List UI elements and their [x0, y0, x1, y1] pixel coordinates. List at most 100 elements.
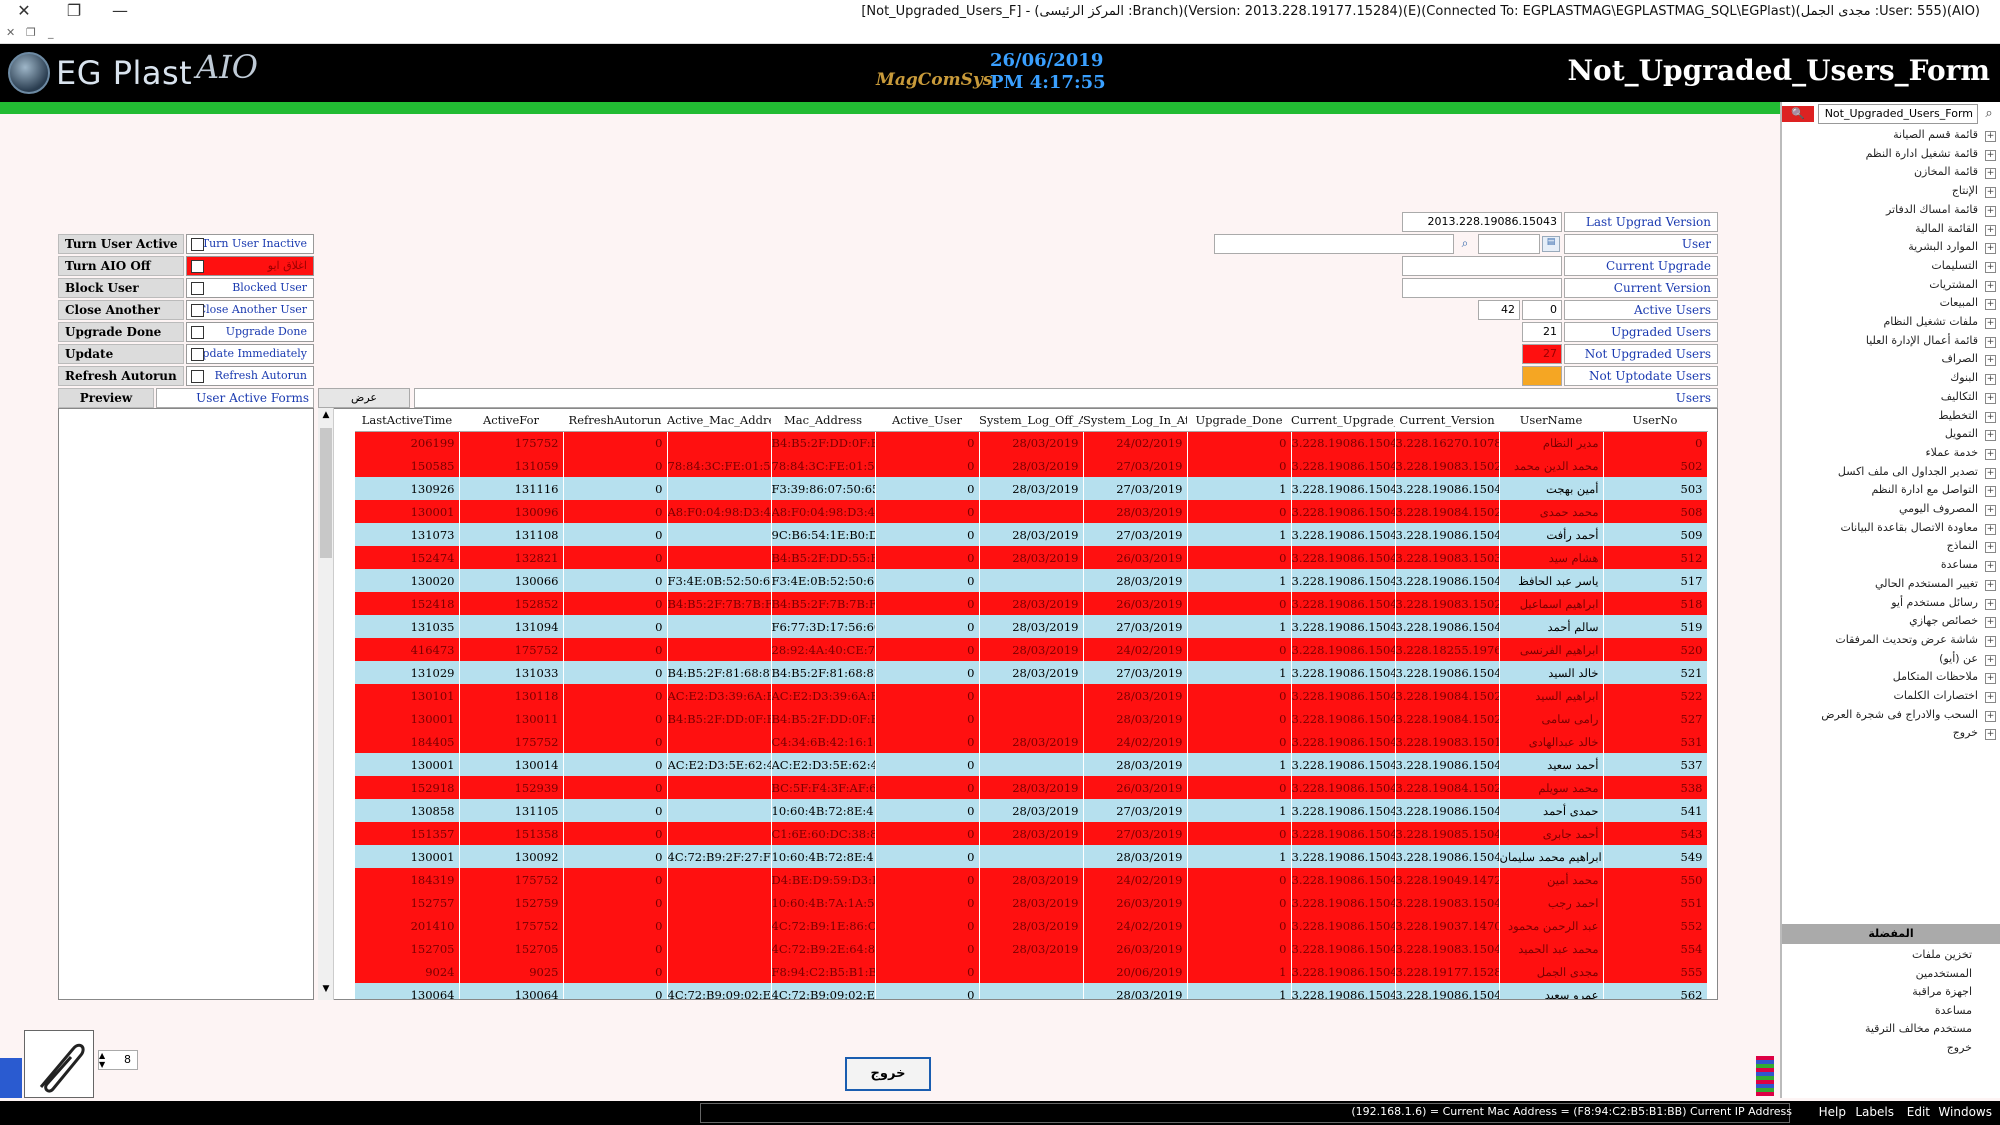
table-cell[interactable]: 538: [1603, 776, 1708, 799]
table-row[interactable]: 152418 152852 0 B4:B5:2F:7B:7B:FC B4:B5:2F:7…: [355, 592, 1708, 615]
table-cell[interactable]: 3.228.19086.15043: [1395, 799, 1500, 822]
expand-plus-icon[interactable]: +: [1985, 430, 1996, 442]
table-cell[interactable]: 24/02/2019: [1083, 638, 1188, 661]
favorites-item[interactable]: اجهزة مراقبة: [1912, 985, 1972, 998]
table-cell[interactable]: 502: [1603, 454, 1708, 477]
form-search-input[interactable]: Not_Upgraded_Users_Form: [1818, 104, 1978, 124]
grid-vertical-scrollbar[interactable]: ▲ ▼: [318, 408, 334, 1000]
table-cell[interactable]: 0: [1187, 707, 1292, 730]
table-cell[interactable]: 0: [1187, 431, 1292, 454]
table-cell[interactable]: 28/03/2019: [979, 431, 1084, 454]
table-cell[interactable]: ياسر عبد الحافظ: [1499, 569, 1604, 592]
table-cell[interactable]: 0: [563, 730, 668, 753]
table-cell[interactable]: 130118: [459, 684, 564, 707]
table-cell[interactable]: 184405: [355, 730, 460, 753]
menu-tree-item[interactable]: التسليمات: [1931, 259, 1978, 272]
table-cell[interactable]: 3.228.19083.15020: [1395, 454, 1500, 477]
upgrade-done-checkbox[interactable]: Upgrade Done: [186, 322, 314, 342]
table-cell[interactable]: [667, 937, 772, 960]
table-cell[interactable]: B4:B5:2F:DD:0F:F1: [667, 707, 772, 730]
table-row[interactable]: 131035 131094 0 F6:77:3D:17:56:60 0 28/03/201…: [355, 615, 1708, 638]
menu-tree-item[interactable]: شاشة عرض وتحديث المرفقات: [1835, 633, 1978, 646]
table-cell[interactable]: 3.228.19083.15040: [1395, 891, 1500, 914]
table-cell[interactable]: هشام سيد: [1499, 546, 1604, 569]
menu-tree-item[interactable]: النماذج: [1947, 539, 1978, 552]
table-cell[interactable]: 24/02/2019: [1083, 431, 1188, 454]
table-cell[interactable]: 555: [1603, 960, 1708, 983]
table-row[interactable]: 152474 132821 0 B4:B5:2F:DD:55:F3 0 28/03/201…: [355, 546, 1708, 569]
table-cell[interactable]: 0: [1187, 592, 1292, 615]
table-cell[interactable]: 131073: [355, 523, 460, 546]
table-row[interactable]: 151357 151358 0 C1:6E:60:DC:38:80 0 28/03/201…: [355, 822, 1708, 845]
checkbox-square-icon[interactable]: [191, 260, 204, 273]
table-cell[interactable]: 0: [1187, 914, 1292, 937]
table-cell[interactable]: 1: [1187, 569, 1292, 592]
table-cell[interactable]: [667, 891, 772, 914]
mdi-restore-icon[interactable]: ❐: [26, 26, 36, 39]
menu-tree-item[interactable]: قائمة قسم الصيانة: [1893, 128, 1978, 141]
table-cell[interactable]: 503: [1603, 477, 1708, 500]
table-cell[interactable]: 3.228.19086.15043: [1291, 914, 1396, 937]
table-cell[interactable]: 3.228.19086.15043: [1395, 983, 1500, 999]
table-cell[interactable]: مجدى الجمل: [1499, 960, 1604, 983]
table-cell[interactable]: 0: [563, 960, 668, 983]
expand-plus-icon[interactable]: +: [1985, 542, 1996, 554]
table-cell[interactable]: 131116: [459, 477, 564, 500]
table-cell[interactable]: 26/03/2019: [1083, 937, 1188, 960]
table-cell[interactable]: 10:60:4B:72:8E:41: [771, 845, 876, 868]
menu-tree-item[interactable]: المشتريات: [1929, 278, 1978, 291]
checkbox-square-icon[interactable]: [191, 326, 204, 339]
table-cell[interactable]: 0: [875, 983, 980, 999]
expand-plus-icon[interactable]: +: [1985, 448, 1996, 460]
table-cell[interactable]: 152705: [459, 937, 564, 960]
favorites-item[interactable]: مساعدة: [1935, 1004, 1972, 1017]
table-cell[interactable]: 0: [563, 891, 668, 914]
table-cell[interactable]: ابراهيم الفرنسى: [1499, 638, 1604, 661]
table-cell[interactable]: 27/03/2019: [1083, 822, 1188, 845]
table-cell[interactable]: BC:5F:F4:3F:AF:6C: [771, 776, 876, 799]
checkbox-square-icon[interactable]: [191, 238, 204, 251]
table-cell[interactable]: 27/03/2019: [1083, 477, 1188, 500]
table-cell[interactable]: 131059: [459, 454, 564, 477]
checkbox-square-icon[interactable]: [191, 282, 204, 295]
expand-plus-icon[interactable]: +: [1985, 261, 1996, 273]
menu-tree-item[interactable]: البنوك: [1950, 371, 1978, 384]
table-cell[interactable]: 24/02/2019: [1083, 730, 1188, 753]
table-cell[interactable]: 0: [563, 845, 668, 868]
table-cell[interactable]: 27/03/2019: [1083, 454, 1188, 477]
column-header[interactable]: Current_Upgrade_Version: [1291, 409, 1395, 432]
table-cell[interactable]: 0: [563, 937, 668, 960]
table-row[interactable]: 13107313110809C:B6:54:1E:B0:DC028/03/201…: [355, 523, 1708, 546]
table-cell[interactable]: احمد رجب: [1499, 891, 1604, 914]
table-cell[interactable]: 152759: [459, 891, 564, 914]
table-cell[interactable]: [667, 431, 772, 454]
table-cell[interactable]: 3.228.19086.15043: [1291, 500, 1396, 523]
table-cell[interactable]: 0: [875, 707, 980, 730]
table-cell[interactable]: 152418: [355, 592, 460, 615]
table-row[interactable]: 152757 152759 0 10:60:4B:7A:1A:52 0 28/03/201…: [355, 891, 1708, 914]
expand-plus-icon[interactable]: +: [1985, 710, 1996, 722]
table-cell[interactable]: 0: [875, 523, 980, 546]
table-cell[interactable]: 3.228.18255.19767: [1395, 638, 1500, 661]
menu-tree-item[interactable]: رسائل مستخدم أيو: [1891, 596, 1978, 609]
table-cell[interactable]: 3.228.19086.15043: [1291, 937, 1396, 960]
table-cell[interactable]: 152757: [355, 891, 460, 914]
table-cell[interactable]: 28/03/2019: [1083, 707, 1188, 730]
table-cell[interactable]: 130011: [459, 707, 564, 730]
table-cell[interactable]: C4:34:6B:42:16:18: [771, 730, 876, 753]
table-cell[interactable]: 28/03/2019: [979, 477, 1084, 500]
table-cell[interactable]: B4:B5:2F:81:68:87: [667, 661, 772, 684]
table-cell[interactable]: 537: [1603, 753, 1708, 776]
table-cell[interactable]: [667, 776, 772, 799]
table-cell[interactable]: 28:92:4A:40:CE:71: [771, 638, 876, 661]
table-cell[interactable]: B4:B5:2F:DD:0F:F1: [771, 707, 876, 730]
table-cell[interactable]: [667, 868, 772, 891]
checkbox-square-icon[interactable]: [191, 348, 204, 361]
table-cell[interactable]: مدير النظام: [1499, 431, 1604, 454]
table-cell[interactable]: 0: [563, 684, 668, 707]
table-cell[interactable]: 0: [563, 776, 668, 799]
table-cell[interactable]: 3.228.19083.15020: [1395, 592, 1500, 615]
table-cell[interactable]: 28/03/2019: [979, 776, 1084, 799]
expand-plus-icon[interactable]: +: [1985, 149, 1996, 161]
table-cell[interactable]: 1: [1187, 661, 1292, 684]
